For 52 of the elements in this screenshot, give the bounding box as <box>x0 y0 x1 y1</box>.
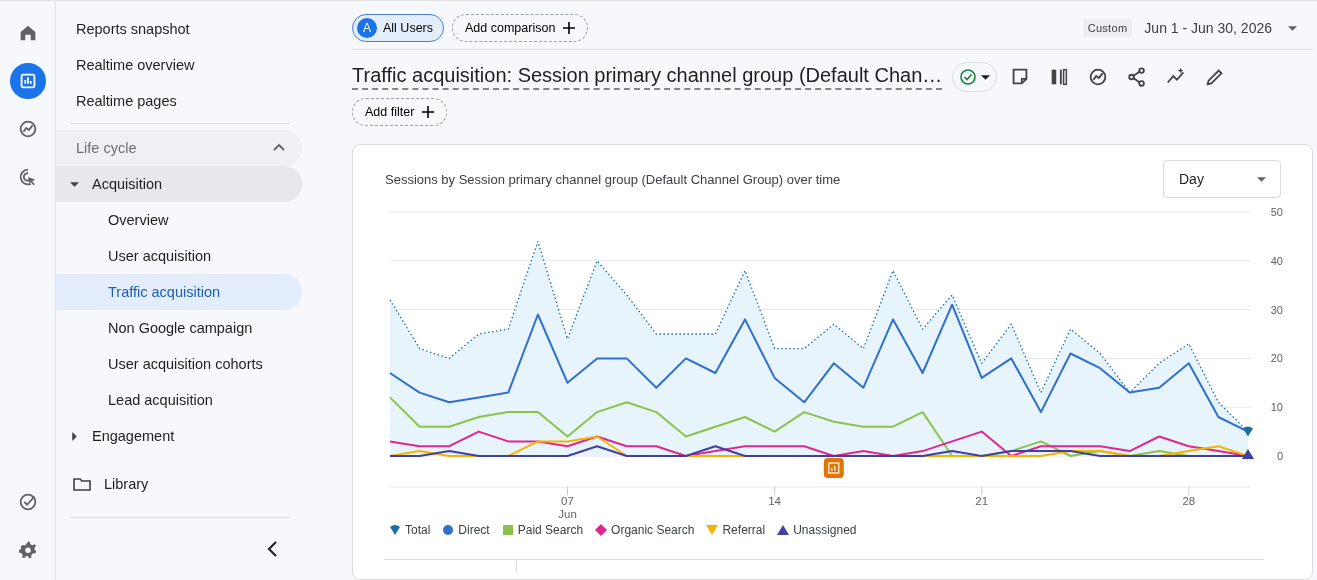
nav-item[interactable]: Overview <box>56 202 302 238</box>
legend-item[interactable]: Organic Search <box>595 523 695 537</box>
axis-label: 20 <box>1270 352 1283 365</box>
axis-label: 21 <box>975 495 989 507</box>
nav-section-header[interactable]: Life cycle <box>56 130 302 166</box>
axis-label: 40 <box>1270 254 1283 267</box>
section-label: Life cycle <box>76 140 137 156</box>
reports-icon[interactable] <box>9 63 46 99</box>
nav-item[interactable]: Realtime pages <box>56 83 302 119</box>
segment-chip[interactable]: A All Users <box>352 14 444 42</box>
caret-down-icon <box>69 181 79 187</box>
caret-down-icon <box>1257 176 1266 182</box>
legend-item[interactable]: Paid Search <box>501 523 584 537</box>
axis-label: 07 Jun <box>558 495 577 519</box>
group-label: Engagement <box>92 428 175 444</box>
legend-item[interactable]: Total <box>389 523 431 537</box>
annotation-icon[interactable] <box>823 458 844 478</box>
data-point-marker <box>1242 449 1254 459</box>
nav-item[interactable]: Non Google campaign <box>56 310 302 346</box>
nav-group[interactable]: Engagement <box>56 418 302 454</box>
caret-down-icon <box>1288 25 1297 31</box>
legend-item[interactable]: Unassigned <box>777 523 857 537</box>
library-label: Library <box>104 476 149 492</box>
chart-title: Sessions by Session primary channel group (Default Channel Group) over time <box>385 171 841 187</box>
plus-icon <box>420 104 437 120</box>
axis-label: 14 <box>768 495 781 507</box>
nav-item[interactable]: Lead acquisition <box>56 382 302 418</box>
plus-icon <box>561 20 578 36</box>
check-circle-icon <box>959 68 978 86</box>
axis-label: 30 <box>1270 303 1283 316</box>
granularity-dropdown[interactable]: Day <box>1163 160 1281 198</box>
caret-down-icon <box>981 74 991 80</box>
date-range[interactable]: Jun 1 - Jun 30, 2026 <box>1144 20 1272 36</box>
axis-label: 10 <box>1270 401 1283 414</box>
caret-right-icon <box>71 431 77 441</box>
axis-label: 0 <box>1276 450 1283 462</box>
nav-item[interactable]: Realtime overview <box>56 47 302 83</box>
axis-label: 50 <box>1270 206 1283 218</box>
date-label: Custom <box>1082 19 1133 37</box>
avatar-badge: A <box>357 18 377 38</box>
library-item[interactable]: Library <box>56 466 302 502</box>
nav-group[interactable]: Acquisition <box>56 166 302 202</box>
nav-item[interactable]: Traffic acquisition <box>56 274 302 310</box>
legend-item[interactable]: Referral <box>706 523 766 537</box>
group-label: Acquisition <box>92 176 163 192</box>
axis-label: 28 <box>1182 495 1196 507</box>
legend-item[interactable]: Direct <box>442 523 490 537</box>
nav-item[interactable]: User acquisition <box>56 238 302 274</box>
nav-item[interactable]: Reports snapshot <box>56 11 302 47</box>
nav-item[interactable]: User acquisition cohorts <box>56 346 302 382</box>
report-title[interactable]: Traffic acquisition: Session primary channel group (Default Chan… <box>352 64 943 90</box>
data-point-marker <box>1243 426 1253 437</box>
